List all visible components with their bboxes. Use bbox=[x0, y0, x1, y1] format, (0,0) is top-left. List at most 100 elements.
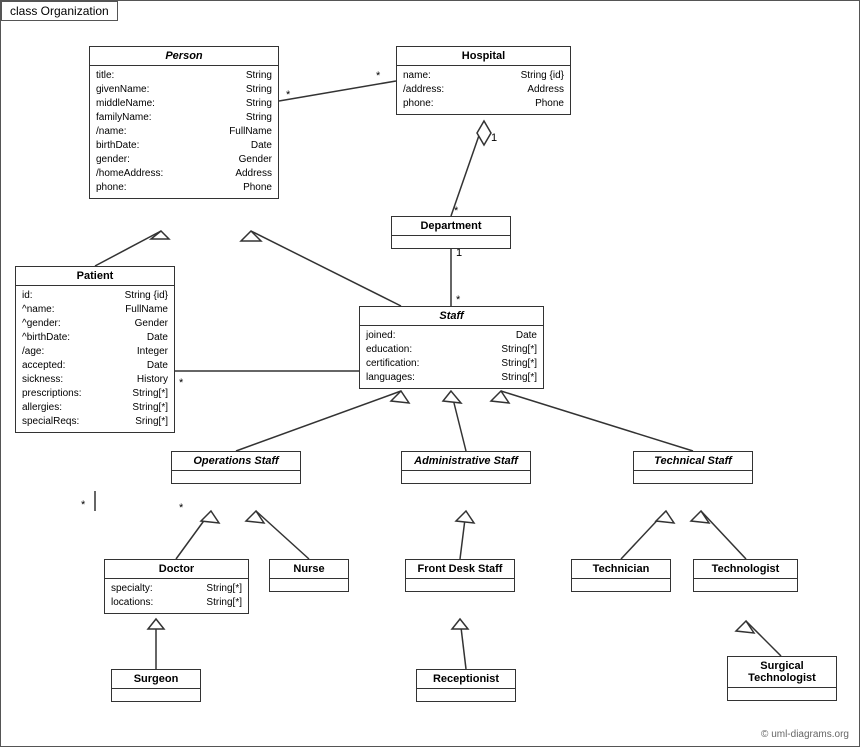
attr-row: title: String bbox=[96, 69, 272, 83]
class-administrative_staff: Administrative Staff bbox=[401, 451, 531, 484]
attr-name: gender: bbox=[96, 153, 130, 167]
watermark: © uml-diagrams.org bbox=[761, 729, 849, 740]
class-name-receptionist: Receptionist bbox=[417, 670, 515, 689]
class-surgical_technologist: Surgical Technologist bbox=[727, 656, 837, 701]
attr-row: /name:FullName bbox=[96, 125, 272, 139]
attr-row: languages: String[*] bbox=[366, 371, 537, 385]
class-attrs-person: title: StringgivenName:StringmiddleName: S… bbox=[90, 66, 278, 198]
attr-type: History bbox=[137, 373, 168, 387]
attr-row: specialty: String[*] bbox=[111, 582, 242, 596]
attr-name: name: bbox=[403, 69, 431, 83]
class-name-technical_staff: Technical Staff bbox=[634, 452, 752, 471]
class-person: Persontitle:StringgivenName:Stringmiddle… bbox=[89, 46, 279, 199]
class-name-technician: Technician bbox=[572, 560, 670, 579]
attr-row: ^name: FullName bbox=[22, 303, 168, 317]
class-name-front_desk_staff: Front Desk Staff bbox=[406, 560, 514, 579]
attr-type: Phone bbox=[243, 181, 272, 195]
class-patient: Patientid:String {id}^name:FullName^gend… bbox=[15, 266, 175, 433]
class-technologist: Technologist bbox=[693, 559, 798, 592]
class-hospital: Hospitalname:String {id}/address:Address… bbox=[396, 46, 571, 115]
attr-name: familyName: bbox=[96, 111, 152, 125]
attr-name: prescriptions: bbox=[22, 387, 81, 401]
class-name-department: Department bbox=[392, 217, 510, 236]
attr-row: phone:Phone bbox=[96, 181, 272, 195]
attr-name: specialty: bbox=[111, 582, 153, 596]
attr-type: String {id} bbox=[125, 289, 168, 303]
attr-row: education:String[*] bbox=[366, 343, 537, 357]
attr-name: ^birthDate: bbox=[22, 331, 70, 345]
svg-text:*: * bbox=[81, 499, 86, 511]
empty-attrs-front_desk_staff bbox=[406, 579, 514, 591]
attr-type: String[*] bbox=[501, 357, 537, 371]
attr-type: String[*] bbox=[132, 401, 168, 415]
class-name-surgical_technologist: Surgical Technologist bbox=[728, 657, 836, 688]
attr-type: Sring[*] bbox=[135, 415, 168, 429]
class-staff: Staffjoined:Dateeducation:String[*]certi… bbox=[359, 306, 544, 389]
empty-attrs-nurse bbox=[270, 579, 348, 591]
attr-type: Address bbox=[235, 167, 272, 181]
empty-attrs-administrative_staff bbox=[402, 471, 530, 483]
attr-type: String bbox=[246, 97, 272, 111]
empty-attrs-technologist bbox=[694, 579, 797, 591]
attr-type: String bbox=[246, 69, 272, 83]
attr-row: givenName:String bbox=[96, 83, 272, 97]
diagram-title: class Organization bbox=[1, 1, 118, 21]
empty-attrs-department bbox=[392, 236, 510, 248]
svg-text:*: * bbox=[376, 70, 381, 82]
attr-type: Date bbox=[147, 331, 168, 345]
attr-type: Integer bbox=[137, 345, 168, 359]
attr-row: name:String {id} bbox=[403, 69, 564, 83]
attr-name: ^gender: bbox=[22, 317, 61, 331]
attr-row: ^birthDate: Date bbox=[22, 331, 168, 345]
attr-row: joined:Date bbox=[366, 329, 537, 343]
attr-row: sickness:History bbox=[22, 373, 168, 387]
svg-text:*: * bbox=[456, 294, 461, 306]
attr-row: allergies: String[*] bbox=[22, 401, 168, 415]
attr-type: String[*] bbox=[206, 582, 242, 596]
attr-row: birthDate:Date bbox=[96, 139, 272, 153]
attr-name: languages: bbox=[366, 371, 415, 385]
class-attrs-doctor: specialty: String[*]locations: String[*] bbox=[105, 579, 248, 613]
attr-type: Date bbox=[147, 359, 168, 373]
attr-name: ^name: bbox=[22, 303, 55, 317]
empty-attrs-operations_staff bbox=[172, 471, 300, 483]
class-front_desk_staff: Front Desk Staff bbox=[405, 559, 515, 592]
attr-type: Gender bbox=[239, 153, 272, 167]
class-attrs-hospital: name:String {id}/address:Addressphone:Ph… bbox=[397, 66, 570, 114]
attr-type: String[*] bbox=[501, 371, 537, 385]
class-nurse: Nurse bbox=[269, 559, 349, 592]
class-technical_staff: Technical Staff bbox=[633, 451, 753, 484]
attr-row: phone:Phone bbox=[403, 97, 564, 111]
attr-name: title: bbox=[96, 69, 114, 83]
attr-row: familyName:String bbox=[96, 111, 272, 125]
attr-type: Gender bbox=[135, 317, 168, 331]
attr-row: prescriptions:String[*] bbox=[22, 387, 168, 401]
class-technician: Technician bbox=[571, 559, 671, 592]
attr-type: Address bbox=[527, 83, 564, 97]
attr-row: specialReqs:Sring[*] bbox=[22, 415, 168, 429]
diagram-container: class Organization * * 1 * 1 * * * bbox=[0, 0, 860, 747]
attr-name: locations: bbox=[111, 596, 153, 610]
attr-row: /age:Integer bbox=[22, 345, 168, 359]
attr-row: id:String {id} bbox=[22, 289, 168, 303]
class-name-staff: Staff bbox=[360, 307, 543, 326]
class-receptionist: Receptionist bbox=[416, 669, 516, 702]
attr-type: FullName bbox=[125, 303, 168, 317]
svg-text:1: 1 bbox=[491, 132, 497, 144]
class-operations_staff: Operations Staff bbox=[171, 451, 301, 484]
class-attrs-staff: joined:Dateeducation:String[*]certificat… bbox=[360, 326, 543, 388]
attr-name: middleName: bbox=[96, 97, 155, 111]
empty-attrs-surgeon bbox=[112, 689, 200, 701]
class-name-nurse: Nurse bbox=[270, 560, 348, 579]
empty-attrs-technician bbox=[572, 579, 670, 591]
attr-type: String bbox=[246, 83, 272, 97]
attr-name: allergies: bbox=[22, 401, 62, 415]
attr-name: phone: bbox=[403, 97, 434, 111]
attr-name: joined: bbox=[366, 329, 395, 343]
class-surgeon: Surgeon bbox=[111, 669, 201, 702]
class-name-surgeon: Surgeon bbox=[112, 670, 200, 689]
class-name-operations_staff: Operations Staff bbox=[172, 452, 300, 471]
attr-name: /homeAddress: bbox=[96, 167, 163, 181]
empty-attrs-technical_staff bbox=[634, 471, 752, 483]
class-name-hospital: Hospital bbox=[397, 47, 570, 66]
